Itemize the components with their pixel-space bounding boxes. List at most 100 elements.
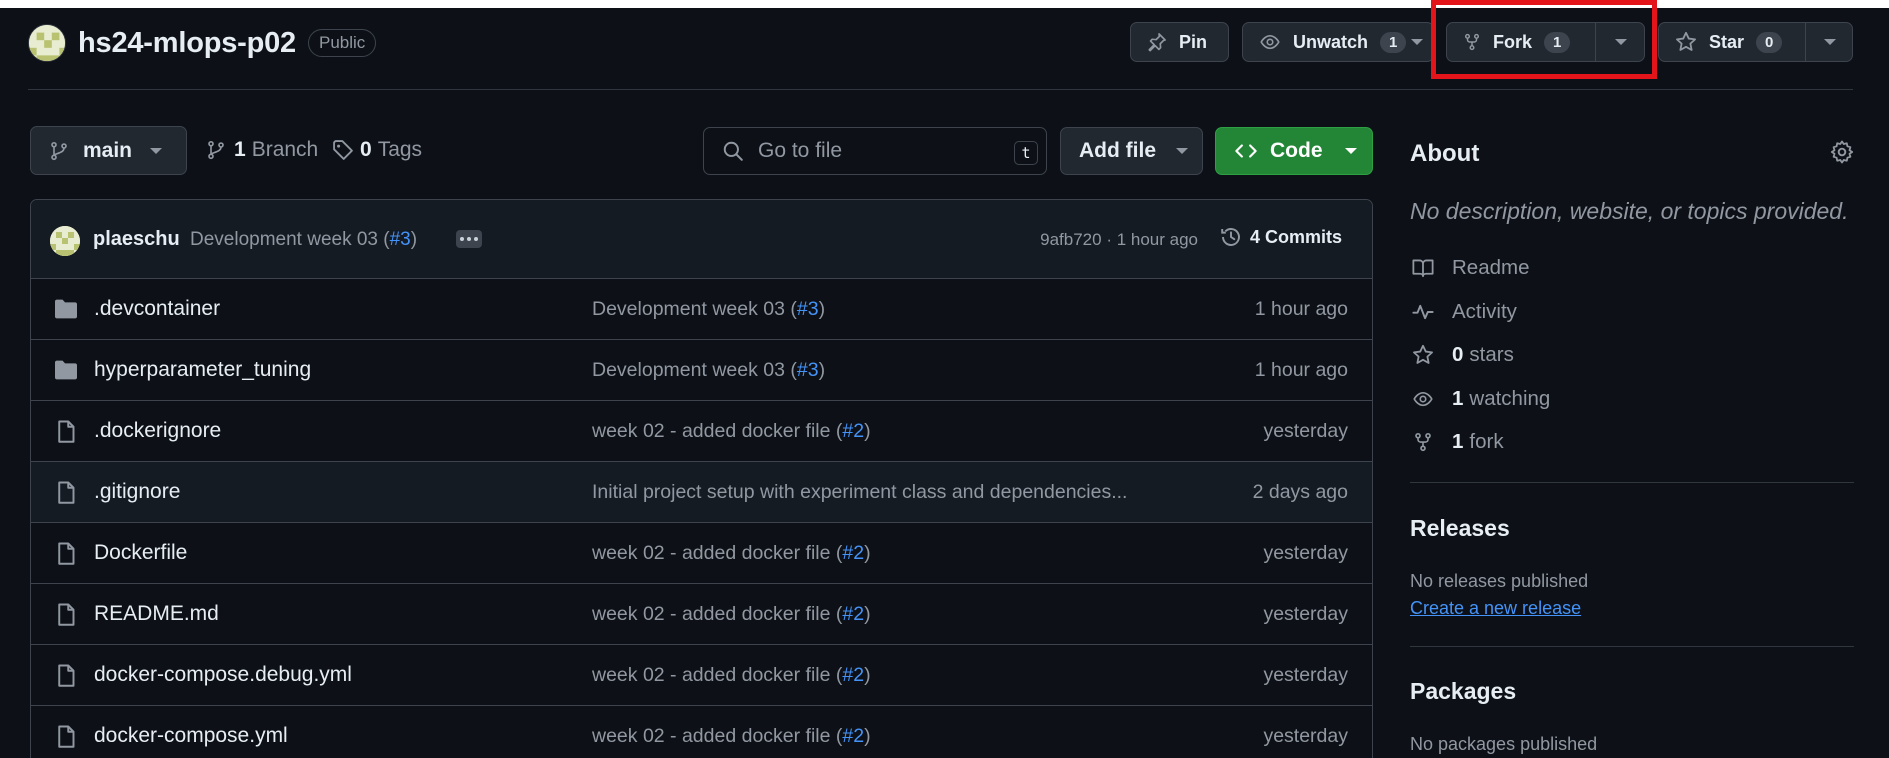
branches-link[interactable]: 1 Branch [206,138,318,162]
file-icon [53,664,79,688]
file-commit-message[interactable]: week 02 - added docker file (#2) [592,603,871,626]
code-button[interactable]: Code [1215,127,1373,175]
file-row[interactable]: docker-compose.debug.yml week 02 - added … [31,645,1372,706]
file-name[interactable]: .gitignore [94,480,180,504]
commit-hash-time[interactable]: 9afb720 · 1 hour ago [1040,230,1198,250]
watching-label: watching [1469,387,1551,410]
fork-icon [1410,431,1436,453]
file-commit-date: 1 hour ago [1254,298,1348,320]
file-icon [53,481,79,505]
packages-title[interactable]: Packages [1410,678,1516,705]
file-commit-message[interactable]: week 02 - added docker file (#2) [592,420,871,443]
branch-icon [49,140,69,162]
commit-message[interactable]: Development week 03 (#3) [190,229,417,251]
file-name[interactable]: docker-compose.debug.yml [94,663,352,687]
file-name[interactable]: docker-compose.yml [94,724,288,748]
file-row[interactable]: hyperparameter_tuning Development week 03… [31,340,1372,401]
file-commit-message[interactable]: Development week 03 (#3) [592,298,825,321]
watching-count: 1 [1452,387,1464,410]
file-name[interactable]: README.md [94,602,219,626]
eye-icon [1410,389,1436,409]
branches-count: 1 [234,138,246,161]
file-commit-message[interactable]: Initial project setup with experiment cl… [592,481,1127,504]
pulse-icon [1410,301,1436,323]
file-commit-pr-link[interactable]: #2 [842,664,864,686]
file-row[interactable]: .devcontainer Development week 03 (#3) 1 h… [31,279,1372,340]
file-name[interactable]: Dockerfile [94,541,187,565]
eye-icon [1259,32,1281,52]
star-label: Star [1709,31,1745,52]
commit-expand-button[interactable] [456,230,482,248]
commit-pr-link[interactable]: #3 [390,229,411,250]
file-commit-pr-link[interactable]: #3 [797,359,819,381]
star-dropdown[interactable] [1805,23,1854,61]
file-name[interactable]: .devcontainer [94,297,220,321]
go-to-file-search[interactable]: Go to file t [703,127,1047,175]
file-commit-message[interactable]: week 02 - added docker file (#2) [592,542,871,565]
tags-link[interactable]: 0 Tags [332,138,422,162]
about-title: About [1410,140,1480,167]
file-row[interactable]: .gitignore Initial project setup with exp… [31,462,1372,523]
add-file-button[interactable]: Add file [1060,127,1203,175]
file-name[interactable]: .dockerignore [94,419,221,443]
file-commit-pr-link[interactable]: #2 [842,725,864,747]
activity-label: Activity [1452,300,1517,323]
gear-icon[interactable] [1830,140,1854,164]
file-row[interactable]: docker-compose.yml week 02 - added docker… [31,706,1372,758]
file-commit-message[interactable]: Development week 03 (#3) [592,359,825,382]
tag-icon [332,139,354,161]
branches-label: Branch [251,138,319,161]
commit-author-avatar[interactable] [50,226,80,256]
owner-avatar[interactable] [28,24,66,62]
file-browser: plaeschu Development week 03 (#3) 9afb72… [30,199,1373,758]
commits-history-link[interactable]: 4 Commits [1220,226,1342,248]
chevron-down-icon [1176,148,1188,154]
fork-highlight-box [1431,0,1657,79]
file-commit-date: 2 days ago [1252,481,1348,503]
stars-link[interactable]: 0 stars [1410,343,1514,367]
star-button[interactable]: Star 0 [1658,22,1853,62]
file-commit-pr-link[interactable]: #3 [797,298,819,320]
repo-name[interactable]: hs24-mlops-p02 [78,27,296,60]
file-commit-message[interactable]: week 02 - added docker file (#2) [592,664,871,687]
star-icon [1410,344,1436,366]
file-commit-text: Development week 03 ( [592,298,797,320]
unwatch-label: Unwatch [1293,31,1369,52]
commit-author[interactable]: plaeschu [93,228,180,251]
file-commit-pr-link[interactable]: #2 [842,603,864,625]
readme-link[interactable]: Readme [1410,256,1530,280]
file-commit-pr-link[interactable]: #2 [842,542,864,564]
file-name[interactable]: hyperparameter_tuning [94,358,311,382]
file-commit-message[interactable]: week 02 - added docker file (#2) [592,725,871,748]
file-commit-text: week 02 - added docker file ( [592,664,843,686]
file-row[interactable]: README.md week 02 - added docker file (#2… [31,584,1372,645]
watching-link[interactable]: 1 watching [1410,387,1550,411]
commit-message-text: Development week 03 ( [190,229,390,250]
file-commit-text: Initial project setup with experiment cl… [592,481,1128,503]
file-commit-text: week 02 - added docker file ( [592,542,843,564]
history-icon [1220,226,1242,248]
packages-empty-text: No packages published [1410,734,1598,754]
activity-link[interactable]: Activity [1410,300,1517,324]
file-commit-pr-link[interactable]: #2 [842,420,864,442]
latest-commit-bar: plaeschu Development week 03 (#3) 9afb72… [31,200,1372,279]
create-release-link[interactable]: Create a new release [1410,598,1581,619]
star-count: 0 [1756,31,1783,53]
releases-title[interactable]: Releases [1410,515,1510,542]
branch-name: main [83,138,133,162]
branch-selector[interactable]: main [30,126,187,175]
add-file-label: Add file [1079,139,1156,162]
file-commit-text-end: ) [818,359,826,381]
pin-button[interactable]: Pin [1130,22,1229,62]
forks-link[interactable]: 1 fork [1410,430,1504,454]
visibility-badge: Public [308,29,377,57]
file-row[interactable]: Dockerfile week 02 - added docker file (#… [31,523,1372,584]
file-icon [53,542,79,566]
file-commit-text-end: ) [818,298,826,320]
file-commit-text: week 02 - added docker file ( [592,603,843,625]
unwatch-button[interactable]: Unwatch 1 [1242,22,1434,62]
unwatch-dropdown[interactable] [1399,23,1435,61]
file-row[interactable]: .dockerignore week 02 - added docker file… [31,401,1372,462]
header-divider [28,89,1853,90]
file-commit-text: week 02 - added docker file ( [592,420,843,442]
